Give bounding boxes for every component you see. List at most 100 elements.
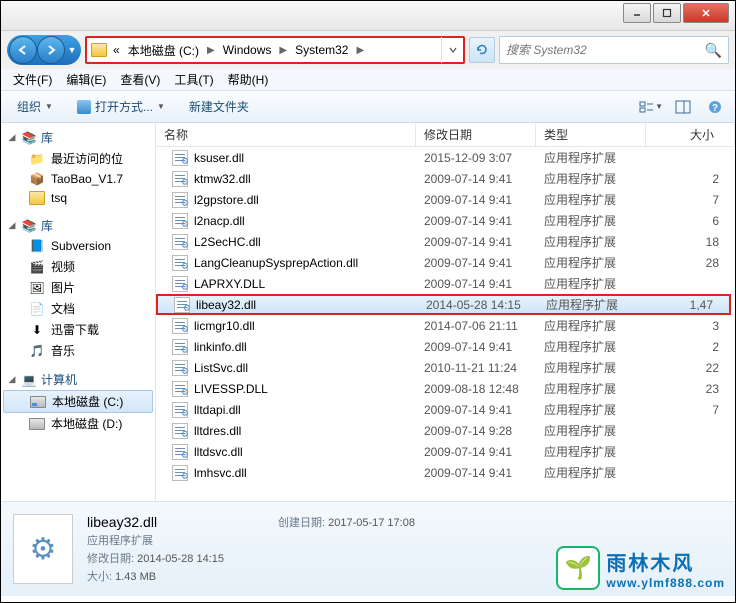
sidebar-item[interactable]: 🎬视频 bbox=[1, 256, 155, 277]
file-row[interactable]: libeay32.dll2014-05-28 14:15应用程序扩展1,47 bbox=[156, 294, 731, 315]
search-box[interactable]: 🔍 bbox=[499, 36, 729, 64]
search-input[interactable] bbox=[506, 43, 705, 57]
sidebar-drive-c[interactable]: 本地磁盘 (C:) bbox=[3, 390, 153, 413]
menu-edit[interactable]: 编辑(E) bbox=[60, 69, 112, 90]
back-button[interactable] bbox=[9, 36, 37, 64]
organize-button[interactable]: 组织▼ bbox=[9, 94, 61, 119]
dll-icon bbox=[172, 150, 188, 166]
file-size: 1,47 bbox=[648, 298, 729, 312]
dll-icon bbox=[172, 276, 188, 292]
file-type: 应用程序扩展 bbox=[536, 317, 646, 334]
file-row[interactable]: l2nacp.dll2009-07-14 9:41应用程序扩展6 bbox=[156, 210, 735, 231]
file-row[interactable]: LIVESSP.DLL2009-08-18 12:48应用程序扩展23 bbox=[156, 378, 735, 399]
file-row[interactable]: lltdapi.dll2009-07-14 9:41应用程序扩展7 bbox=[156, 399, 735, 420]
menu-view[interactable]: 查看(V) bbox=[114, 69, 166, 90]
chevron-right-icon[interactable]: ▶ bbox=[354, 45, 366, 56]
watermark-title: 雨林木风 bbox=[606, 547, 725, 576]
menu-file[interactable]: 文件(F) bbox=[7, 69, 58, 90]
file-date: 2015-12-09 3:07 bbox=[416, 151, 536, 165]
archive-icon: 📦 bbox=[29, 171, 45, 187]
file-type: 应用程序扩展 bbox=[536, 359, 646, 376]
file-name: L2SecHC.dll bbox=[194, 235, 261, 249]
toolbar: 组织▼ 打开方式...▼ 新建文件夹 ▼ ? bbox=[1, 91, 735, 123]
file-type: 应用程序扩展 bbox=[536, 254, 646, 271]
file-size: 23 bbox=[646, 382, 735, 396]
search-icon[interactable]: 🔍 bbox=[705, 42, 722, 59]
file-type: 应用程序扩展 bbox=[536, 338, 646, 355]
view-options-button[interactable]: ▼ bbox=[639, 95, 663, 119]
close-button[interactable] bbox=[683, 3, 729, 23]
address-dropdown[interactable] bbox=[441, 37, 463, 63]
forward-button[interactable] bbox=[37, 36, 65, 64]
breadcrumb-windows[interactable]: Windows bbox=[221, 43, 274, 57]
dll-icon bbox=[172, 318, 188, 334]
breadcrumb-system32[interactable]: System32 bbox=[293, 43, 350, 57]
sidebar-libraries-head[interactable]: ◢📚库 bbox=[1, 127, 155, 148]
sidebar-computer-head[interactable]: ◢💻计算机 bbox=[1, 369, 155, 390]
watermark-url: www.ylmf888.com bbox=[606, 576, 725, 590]
file-row[interactable]: L2SecHC.dll2009-07-14 9:41应用程序扩展18 bbox=[156, 231, 735, 252]
sidebar-drive-d[interactable]: 本地磁盘 (D:) bbox=[1, 413, 155, 434]
file-row[interactable]: LAPRXY.DLL2009-07-14 9:41应用程序扩展 bbox=[156, 273, 735, 294]
file-row[interactable]: licmgr10.dll2014-07-06 21:11应用程序扩展3 bbox=[156, 315, 735, 336]
sidebar-item[interactable]: 🎵音乐 bbox=[1, 340, 155, 361]
file-date: 2009-07-14 9:41 bbox=[416, 277, 536, 291]
sidebar-item[interactable]: 📘Subversion bbox=[1, 236, 155, 256]
column-headers: 名称 修改日期 类型 大小 bbox=[156, 123, 735, 147]
menu-tools[interactable]: 工具(T) bbox=[168, 69, 219, 90]
preview-pane-button[interactable] bbox=[671, 95, 695, 119]
file-area: 名称 修改日期 类型 大小 ksuser.dll 2015-12-09 3:07 应… bbox=[156, 123, 735, 501]
file-type: 应用程序扩展 bbox=[536, 233, 646, 250]
file-row[interactable]: lltdres.dll2009-07-14 9:28应用程序扩展 bbox=[156, 420, 735, 441]
sidebar-item[interactable]: 🖼图片 bbox=[1, 277, 155, 298]
breadcrumb-c[interactable]: 本地磁盘 (C:) bbox=[126, 42, 201, 59]
col-size[interactable]: 大小 bbox=[646, 123, 735, 146]
file-list[interactable]: ksuser.dll 2015-12-09 3:07 应用程序扩展 ktmw32.dl… bbox=[156, 147, 735, 501]
sidebar-item[interactable]: ⬇迅雷下载 bbox=[1, 319, 155, 340]
details-filetype: 应用程序扩展 bbox=[87, 532, 224, 548]
sidebar-item[interactable]: 📦TaoBao_V1.7 bbox=[1, 169, 155, 189]
video-icon: 🎬 bbox=[29, 259, 45, 275]
help-button[interactable]: ? bbox=[703, 95, 727, 119]
file-row[interactable]: lltdsvc.dll2009-07-14 9:41应用程序扩展 bbox=[156, 441, 735, 462]
dll-icon bbox=[172, 465, 188, 481]
address-bar[interactable]: « 本地磁盘 (C:) ▶ Windows ▶ System32 ▶ bbox=[85, 36, 465, 64]
newfolder-button[interactable]: 新建文件夹 bbox=[181, 94, 257, 119]
nav-history-dropdown[interactable]: ▼ bbox=[65, 45, 79, 55]
chevron-right-icon[interactable]: ▶ bbox=[205, 45, 217, 56]
file-size: 18 bbox=[646, 235, 735, 249]
file-row[interactable]: linkinfo.dll2009-07-14 9:41应用程序扩展2 bbox=[156, 336, 735, 357]
file-row[interactable]: LangCleanupSysprepAction.dll2009-07-14 9… bbox=[156, 252, 735, 273]
dll-icon bbox=[172, 402, 188, 418]
nav-buttons: ▼ bbox=[7, 35, 81, 65]
file-type: 应用程序扩展 bbox=[536, 380, 646, 397]
menu-help[interactable]: 帮助(H) bbox=[222, 69, 275, 90]
openwith-button[interactable]: 打开方式...▼ bbox=[69, 94, 173, 119]
file-row[interactable]: l2gpstore.dll2009-07-14 9:41应用程序扩展7 bbox=[156, 189, 735, 210]
file-date: 2009-07-14 9:41 bbox=[416, 340, 536, 354]
file-name: ksuser.dll bbox=[194, 151, 244, 165]
chevron-right-icon[interactable]: ▶ bbox=[277, 45, 289, 56]
sidebar-item[interactable]: 📁最近访问的位 bbox=[1, 148, 155, 169]
col-name[interactable]: 名称 bbox=[156, 123, 416, 146]
watermark: 🌱 雨林木风 www.ylmf888.com bbox=[556, 546, 725, 590]
sidebar-libraries2-head[interactable]: ◢📚库 bbox=[1, 215, 155, 236]
file-row[interactable]: ktmw32.dll2009-07-14 9:41应用程序扩展2 bbox=[156, 168, 735, 189]
minimize-button[interactable] bbox=[623, 3, 651, 23]
details-modified-value: 2014-05-28 14:15 bbox=[137, 553, 224, 565]
file-row[interactable]: ListSvc.dll2010-11-21 11:24应用程序扩展22 bbox=[156, 357, 735, 378]
file-type: 应用程序扩展 bbox=[536, 422, 646, 439]
documents-icon: 📄 bbox=[29, 301, 45, 317]
file-size: 2 bbox=[646, 172, 735, 186]
col-date[interactable]: 修改日期 bbox=[416, 123, 536, 146]
watermark-logo-icon: 🌱 bbox=[556, 546, 600, 590]
refresh-button[interactable] bbox=[469, 37, 495, 63]
sidebar-item[interactable]: 📄文档 bbox=[1, 298, 155, 319]
sidebar-item[interactable]: tsq bbox=[1, 189, 155, 207]
file-row[interactable]: ksuser.dll2015-12-09 3:07应用程序扩展 bbox=[156, 147, 735, 168]
col-type[interactable]: 类型 bbox=[536, 123, 646, 146]
file-size: 22 bbox=[646, 361, 735, 375]
file-row[interactable]: lmhsvc.dll2009-07-14 9:41应用程序扩展 bbox=[156, 462, 735, 483]
maximize-button[interactable] bbox=[653, 3, 681, 23]
navigation-pane[interactable]: ◢📚库 📁最近访问的位 📦TaoBao_V1.7 tsq ◢📚库 📘Subver… bbox=[1, 123, 156, 501]
